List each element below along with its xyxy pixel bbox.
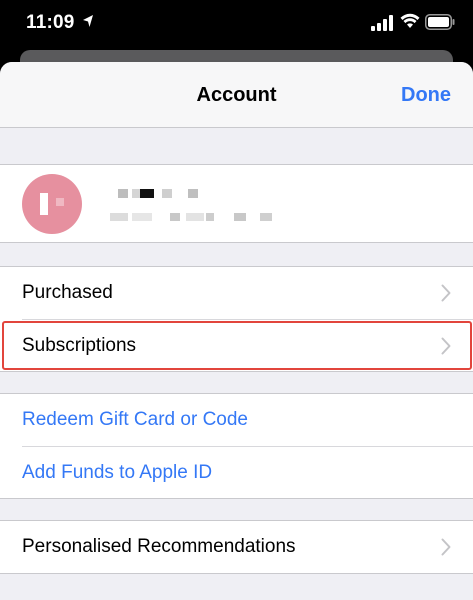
redeem-gift-card-link[interactable]: Redeem Gift Card or Code	[22, 409, 248, 431]
funds-group: Redeem Gift Card or Code Add Funds to Ap…	[0, 393, 473, 499]
cellular-signal-icon	[371, 15, 393, 31]
profile-card[interactable]	[0, 164, 473, 243]
avatar-pixel	[40, 193, 48, 215]
chevron-right-icon	[441, 284, 451, 302]
settings-group: Personalised Recommendations	[0, 520, 473, 574]
subscriptions-row[interactable]: Subscriptions	[0, 320, 473, 372]
profile-name-redacted	[118, 189, 200, 198]
battery-icon	[425, 14, 455, 30]
profile-email-redacted	[110, 213, 278, 221]
subscriptions-label: Subscriptions	[22, 335, 137, 356]
account-sheet: Account Done Purchased Subscriptions Red…	[0, 62, 473, 600]
wifi-icon	[400, 13, 420, 28]
location-arrow-icon	[83, 15, 93, 27]
purchased-row[interactable]: Purchased	[0, 267, 473, 319]
avatar-pixel	[56, 198, 64, 206]
navigation-bar: Account Done	[0, 62, 473, 128]
library-group: Purchased Subscriptions	[0, 266, 473, 372]
done-button[interactable]: Done	[401, 84, 451, 107]
redeem-gift-card-row[interactable]: Redeem Gift Card or Code	[0, 394, 473, 446]
purchased-label: Purchased	[22, 282, 113, 303]
status-time: 11:09	[26, 12, 75, 33]
add-funds-link[interactable]: Add Funds to Apple ID	[22, 462, 212, 484]
personalised-recommendations-label: Personalised Recommendations	[22, 536, 296, 557]
add-funds-row[interactable]: Add Funds to Apple ID	[0, 447, 473, 499]
avatar	[22, 174, 82, 234]
chevron-right-icon	[441, 337, 451, 355]
status-bar: 11:09	[0, 0, 473, 50]
chevron-right-icon	[441, 538, 451, 556]
personalised-recommendations-row[interactable]: Personalised Recommendations	[0, 521, 473, 573]
